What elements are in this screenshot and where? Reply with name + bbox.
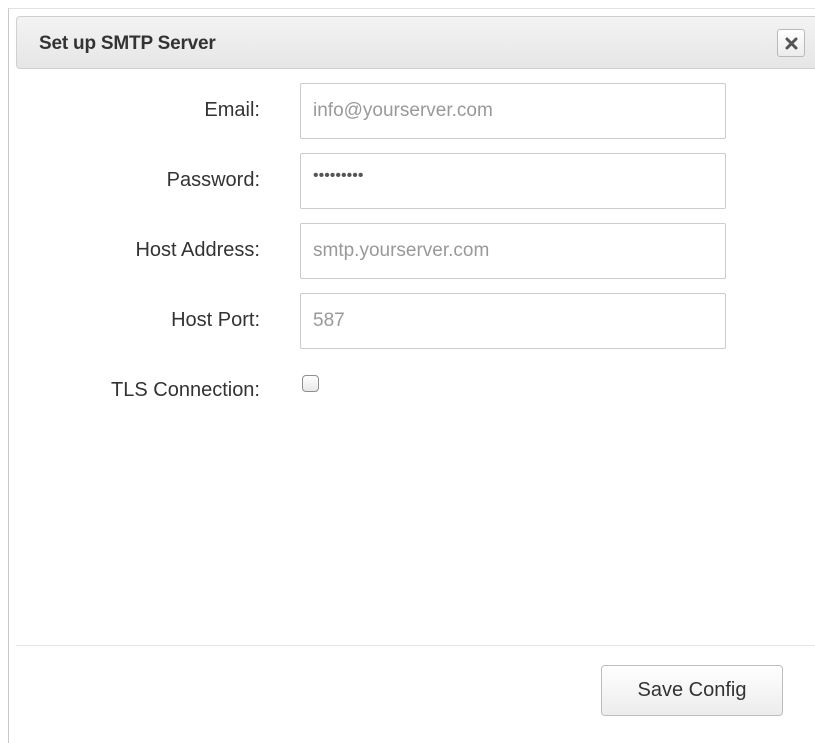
host-port-field[interactable] <box>300 293 726 349</box>
password-field[interactable]: ••••••••• <box>300 153 726 209</box>
dialog-title: Set up SMTP Server <box>39 33 216 54</box>
smtp-dialog: Set up SMTP Server Email: Password: ••••… <box>8 8 815 743</box>
tls-connection-label: TLS Connection: <box>111 379 260 401</box>
host-port-row: Host Port: <box>9 293 815 349</box>
close-button[interactable] <box>777 29 805 57</box>
password-masked-value: ••••••••• <box>313 167 364 184</box>
password-row: Password: ••••••••• <box>9 153 815 209</box>
tls-connection-row: TLS Connection: <box>9 363 815 419</box>
host-address-label: Host Address: <box>135 239 260 261</box>
footer-divider <box>16 645 815 646</box>
email-label: Email: <box>204 99 260 121</box>
dialog-titlebar: Set up SMTP Server <box>16 16 815 69</box>
password-label: Password: <box>166 169 260 191</box>
email-field[interactable] <box>300 83 726 139</box>
save-config-button[interactable]: Save Config <box>601 665 783 716</box>
host-port-label: Host Port: <box>171 309 260 331</box>
host-address-field[interactable] <box>300 223 726 279</box>
email-row: Email: <box>9 83 815 139</box>
close-icon <box>785 37 797 49</box>
host-address-row: Host Address: <box>9 223 815 279</box>
tls-connection-checkbox[interactable] <box>302 375 319 392</box>
